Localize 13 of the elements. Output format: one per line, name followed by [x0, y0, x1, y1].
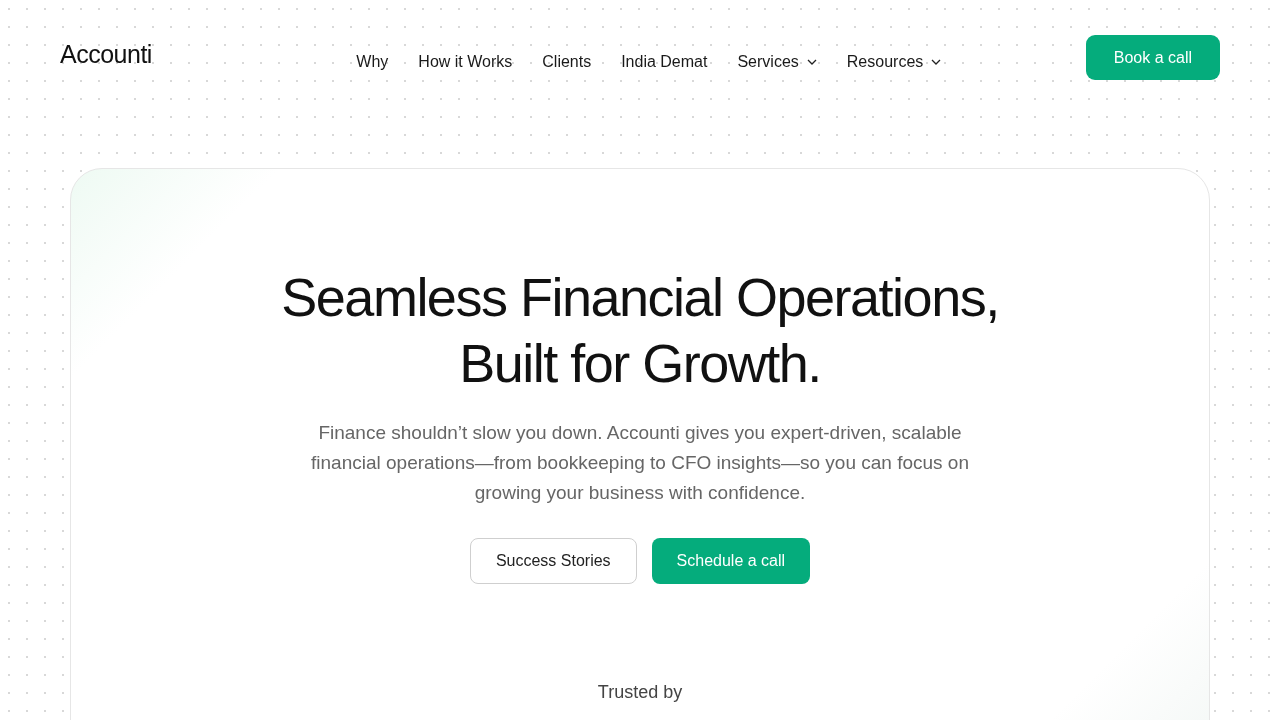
hero-subtitle: Finance shouldn’t slow you down. Accounti gives you expert-driven, scalable financial operations—from bookkeeping to CFO insights—so you can focus on growing your business with confidence.: [310, 421, 970, 505]
chevron-down-icon: [931, 58, 942, 65]
nav-link[interactable]: Resources: [846, 52, 942, 71]
logo[interactable]: Accounti: [60, 40, 152, 69]
chevron-down-icon: [806, 58, 817, 65]
nav-link[interactable]: Services: [737, 52, 817, 71]
nav-link[interactable]: Clients: [542, 52, 592, 71]
nav-link[interactable]: How it Works: [418, 52, 513, 71]
trusted-by-label: Trusted by: [597, 682, 683, 703]
hero-title: Seamless Financial Operations, Built for Growth.: [281, 266, 999, 395]
nav-link[interactable]: India Demat: [621, 52, 708, 71]
success-stories-button[interactable]: Success Stories: [469, 538, 637, 584]
nav-link[interactable]: Why: [356, 52, 389, 71]
